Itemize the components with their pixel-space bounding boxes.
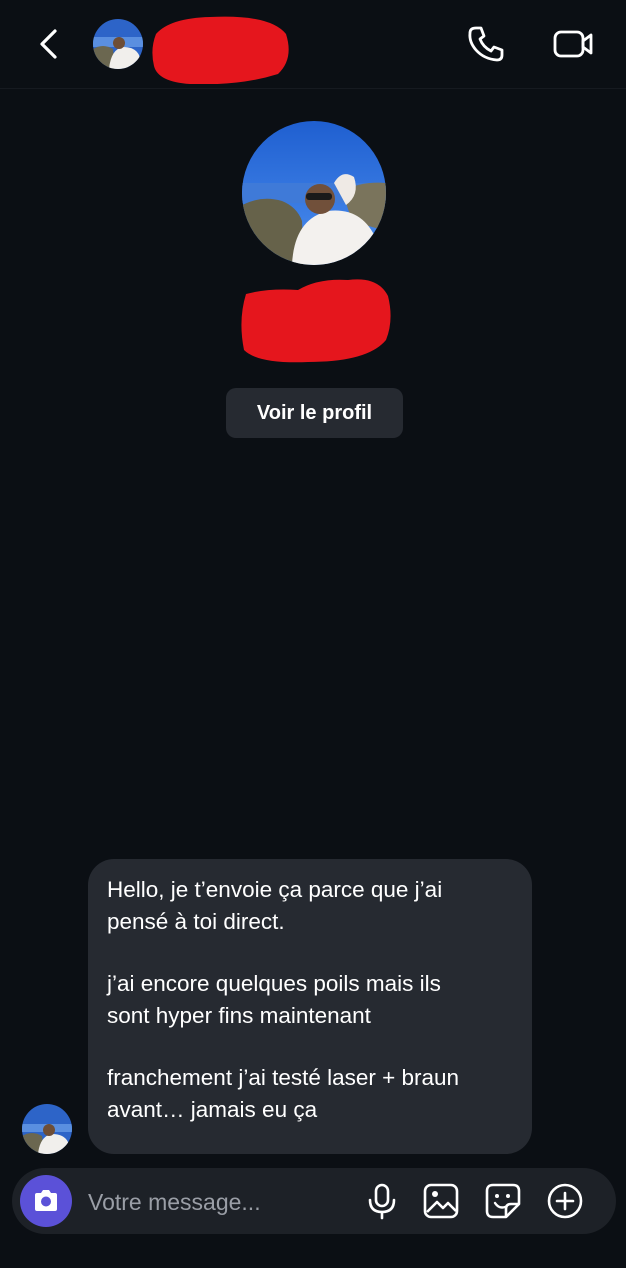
chat-header — [0, 0, 626, 89]
sticker-button[interactable] — [484, 1182, 522, 1220]
redacted-username — [152, 16, 289, 84]
camera-icon — [35, 1190, 57, 1211]
message-paragraph: j’ai encore quelques poils mais ils sont… — [107, 971, 441, 1028]
chevron-left-icon — [40, 29, 57, 59]
header-avatar[interactable] — [93, 19, 143, 69]
message-paragraph: franchement j’ai testé laser + braun ava… — [107, 1065, 460, 1122]
redacted-profile-name — [241, 279, 391, 363]
message-bubble[interactable]: Hello, je t’envoie ça parce que j’ai pen… — [88, 859, 532, 1154]
phone-icon — [468, 26, 504, 62]
back-button[interactable] — [30, 24, 70, 64]
sender-avatar[interactable] — [22, 1104, 72, 1154]
video-call-button[interactable] — [550, 22, 596, 66]
message-composer — [12, 1168, 616, 1234]
sticker-icon — [485, 1183, 521, 1219]
message-paragraph: Hello, je t’envoie ça parce que j’ai pen… — [107, 877, 443, 934]
video-camera-icon — [553, 30, 593, 58]
call-button[interactable] — [464, 22, 508, 66]
profile-photo[interactable] — [242, 121, 386, 265]
more-options-button[interactable] — [546, 1182, 584, 1220]
view-profile-button[interactable]: Voir le profil — [226, 388, 403, 438]
message-input[interactable] — [86, 1180, 350, 1224]
camera-button[interactable] — [20, 1175, 72, 1227]
plus-circle-icon — [547, 1183, 583, 1219]
voice-message-button[interactable] — [364, 1182, 400, 1220]
microphone-icon — [368, 1183, 396, 1220]
gallery-icon — [423, 1183, 459, 1219]
gallery-button[interactable] — [422, 1182, 460, 1220]
dm-conversation-screen: Voir le profil Hello, je t’envoie ça par… — [0, 0, 626, 1268]
